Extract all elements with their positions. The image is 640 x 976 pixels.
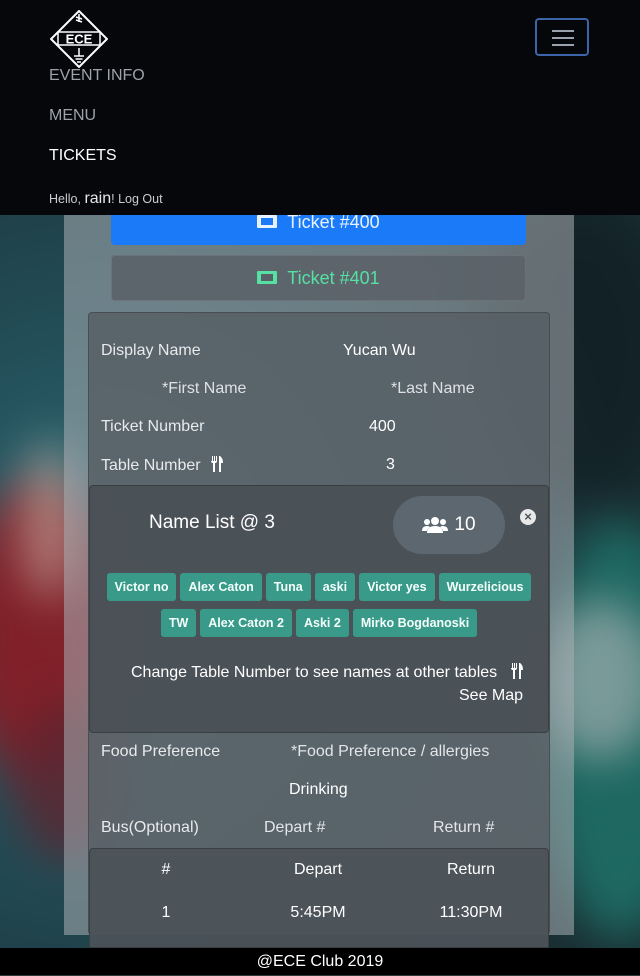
- username: rain: [84, 190, 112, 207]
- depart-number-field[interactable]: Depart #: [264, 819, 325, 837]
- last-name-field[interactable]: *Last Name: [391, 380, 475, 398]
- name-chips-row-1: Victor no Alex Caton Tuna aski Victor ye…: [89, 573, 549, 601]
- nav-link-tickets[interactable]: TICKETS: [49, 147, 117, 165]
- name-chip: TW: [160, 609, 197, 637]
- table-number-value[interactable]: 3: [386, 456, 395, 474]
- hamburger-icon: [552, 30, 574, 32]
- logout-link[interactable]: Log Out: [118, 192, 162, 206]
- svg-text:ECE: ECE: [66, 32, 93, 47]
- ticket-icon: [257, 214, 278, 228]
- nav-link-event-info[interactable]: EVENT INFO: [49, 67, 145, 85]
- ticket-icon: [257, 270, 278, 284]
- name-chip: Aski 2: [295, 609, 349, 637]
- ece-logo[interactable]: ECE: [49, 9, 109, 69]
- display-name-value: Yucan Wu: [343, 342, 416, 359]
- ticket-number-label: Ticket Number: [101, 418, 205, 435]
- guest-count-badge: 10: [393, 496, 505, 554]
- users-icon: [422, 517, 449, 533]
- close-name-list-icon[interactable]: ×: [520, 509, 536, 525]
- first-name-field[interactable]: *First Name: [162, 380, 246, 398]
- name-chip: Victor yes: [359, 573, 435, 601]
- table-number-label: Table Number: [101, 456, 224, 475]
- table-cell: 11:30PM: [439, 904, 503, 921]
- table-header: Depart: [293, 861, 343, 878]
- display-name-label: Display Name: [101, 342, 201, 359]
- change-table-note: Change Table Number to see names at othe…: [131, 663, 524, 682]
- name-chips-row-2: TW Alex Caton 2 Aski 2 Mirko Bogdanoski: [89, 609, 549, 637]
- name-chip: Mirko Bogdanoski: [352, 609, 478, 637]
- navbar: ECE EVENT INFO MENU TICKETS Hello, rain!…: [0, 0, 640, 215]
- return-number-field[interactable]: Return #: [433, 819, 494, 837]
- table-cell: 5:45PM: [290, 904, 346, 921]
- footer: @ECE Club 2019: [0, 948, 640, 975]
- menu-toggle-button[interactable]: [535, 18, 589, 56]
- table-header: Return: [446, 861, 496, 878]
- table-cell: 1: [161, 904, 171, 921]
- nav-link-menu[interactable]: MENU: [49, 107, 96, 125]
- ticket-401-button[interactable]: Ticket #401: [111, 255, 526, 301]
- name-chip: Alex Caton 2: [200, 609, 292, 637]
- name-chip: Alex Caton: [180, 573, 262, 601]
- greeting: Hello, rain! Log Out: [49, 190, 163, 207]
- name-chip: Victor no: [106, 573, 177, 601]
- food-preference-field[interactable]: *Food Preference / allergies: [291, 743, 489, 761]
- utensils-icon: [211, 456, 224, 472]
- drinking-option[interactable]: Drinking: [289, 781, 348, 799]
- name-chip: Tuna: [265, 573, 311, 601]
- bus-label: Bus(Optional): [101, 819, 199, 836]
- name-chip: Wurzelicious: [438, 573, 532, 601]
- table-header: #: [161, 861, 171, 878]
- food-preference-label: Food Preference: [101, 743, 221, 760]
- ticket-number-value: 400: [369, 418, 396, 435]
- name-chip: aski: [314, 573, 356, 601]
- utensils-icon: [510, 663, 523, 679]
- see-map-link[interactable]: See Map: [459, 687, 523, 705]
- name-list-title: Name List @ 3: [149, 512, 275, 533]
